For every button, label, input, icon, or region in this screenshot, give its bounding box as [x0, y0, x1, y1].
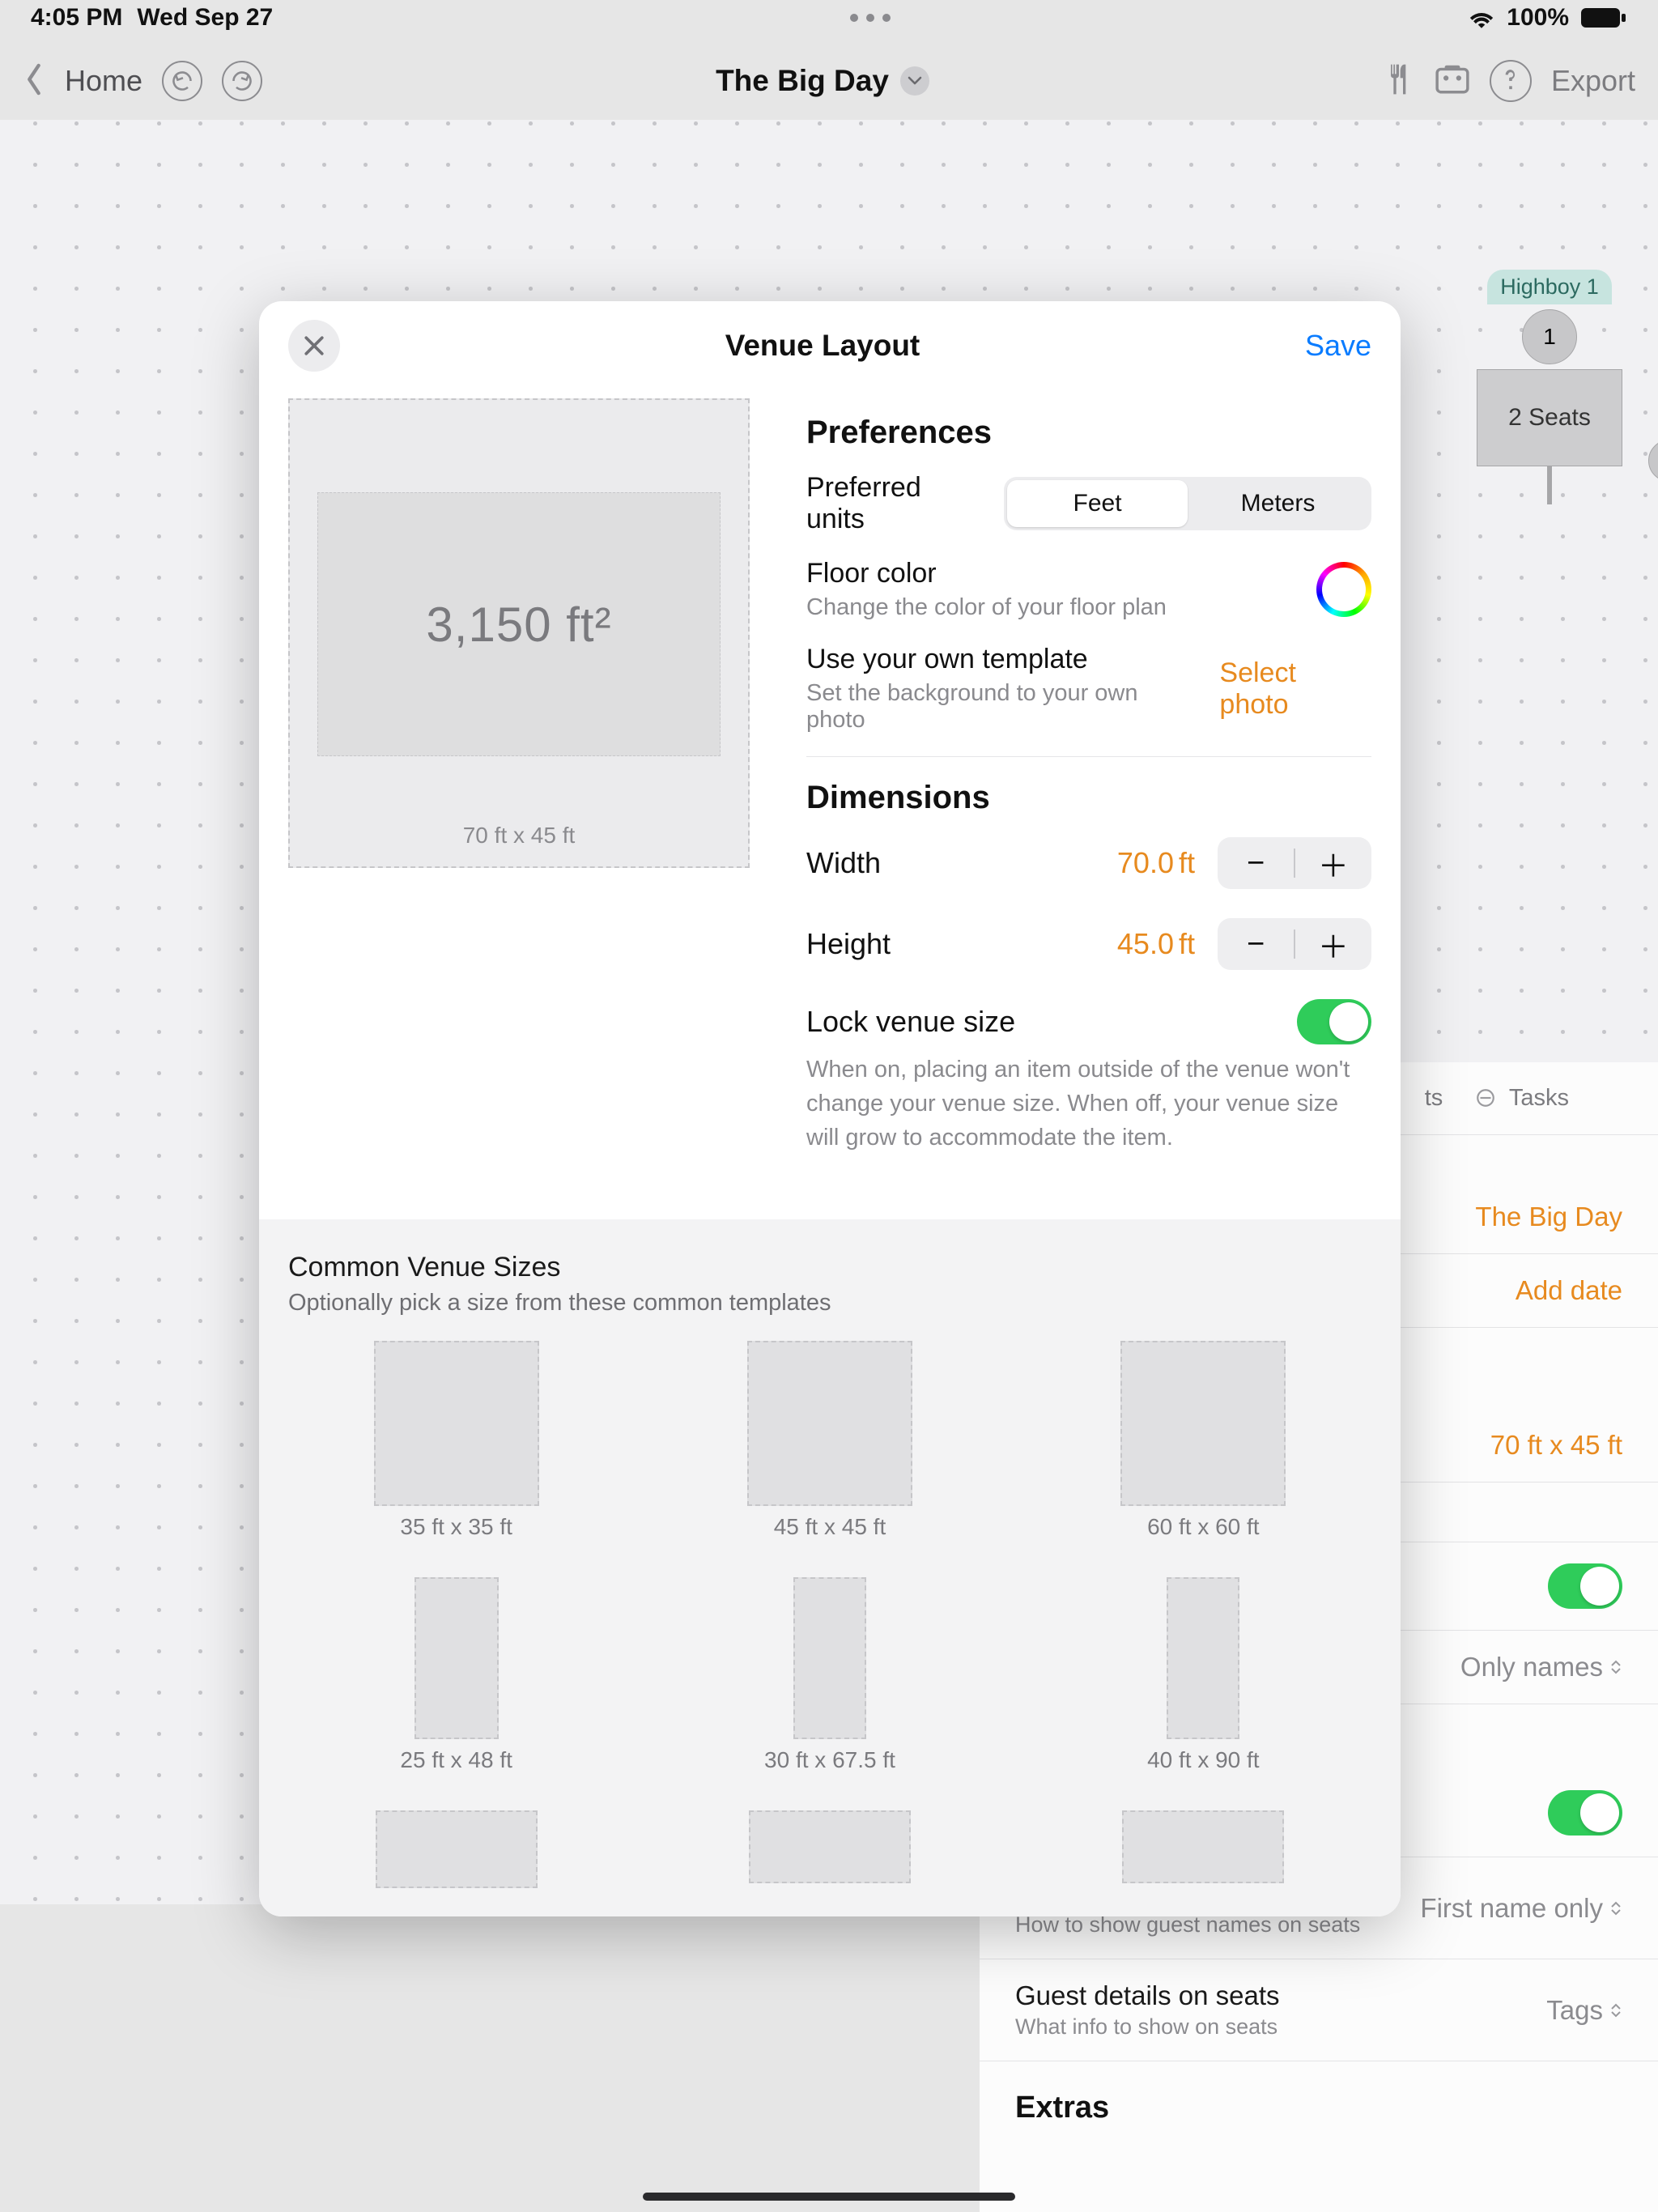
dimensions-header: Dimensions [806, 780, 1371, 816]
template-35x35[interactable]: 35 ft x 35 ft [288, 1341, 624, 1540]
venue-dims-label: 70 ft x 45 ft [463, 823, 576, 849]
ios-status-bar: 4:05 PM Wed Sep 27 100% [0, 0, 1658, 36]
multitask-dots-icon[interactable] [273, 14, 1468, 22]
height-label: Height [806, 927, 891, 961]
ios-toggle[interactable] [1548, 1563, 1622, 1609]
width-increment[interactable]: ＋ [1295, 841, 1371, 886]
chevron-updown-icon [1609, 1659, 1622, 1675]
width-stepper[interactable]: − ＋ [1218, 837, 1371, 889]
chevron-left-icon[interactable] [23, 63, 45, 100]
height-value[interactable]: 45.0 [1117, 927, 1174, 960]
common-sizes-sub: Optionally pick a size from these common… [288, 1290, 1371, 1317]
document-title[interactable]: The Big Day [716, 64, 889, 98]
event-name-value[interactable]: The Big Day [1475, 1202, 1622, 1232]
width-decrement[interactable]: − [1218, 846, 1294, 881]
template-sub: Set the background to your own photo [806, 680, 1200, 734]
units-segmented-control[interactable]: Feet Meters [1004, 477, 1371, 530]
highboy-surface[interactable]: 2 Seats [1477, 369, 1622, 466]
highboy-label: Highboy 1 [1487, 270, 1612, 304]
template-label: Use your own template [806, 644, 1200, 675]
width-label: Width [806, 846, 881, 880]
floor-color-sub: Change the color of your floor plan [806, 594, 1167, 621]
chevron-updown-icon [1609, 1900, 1622, 1916]
template-extra-1[interactable] [288, 1810, 624, 1916]
help-icon[interactable] [1490, 60, 1532, 102]
template-30x67[interactable]: 30 ft x 67.5 ft [661, 1577, 997, 1773]
chevron-updown-icon [1609, 2002, 1622, 2018]
tab-ts[interactable]: ts [1425, 1085, 1443, 1112]
template-40x90[interactable]: 40 ft x 90 ft [1035, 1577, 1371, 1773]
battery-percent: 100% [1507, 4, 1569, 32]
modal-title: Venue Layout [725, 329, 920, 363]
template-45x45[interactable]: 45 ft x 45 ft [661, 1341, 997, 1540]
venue-preview[interactable]: 3,150 ft² 70 ft x 45 ft [288, 398, 750, 868]
units-meters-segment[interactable]: Meters [1188, 480, 1368, 527]
home-indicator[interactable] [643, 2193, 1015, 2201]
units-feet-segment[interactable]: Feet [1007, 480, 1188, 527]
dining-icon[interactable] [1383, 62, 1415, 101]
export-button[interactable]: Export [1551, 64, 1635, 98]
chevron-down-icon[interactable] [900, 66, 929, 96]
guest-details-row[interactable]: Guest details on seats What info to show… [980, 1959, 1658, 2061]
wifi-icon [1468, 7, 1495, 28]
tab-tasks[interactable]: Tasks [1475, 1085, 1569, 1112]
preferences-header: Preferences [806, 415, 1371, 451]
ios-toggle[interactable] [1548, 1790, 1622, 1836]
redo-button[interactable] [222, 61, 262, 101]
seat-top[interactable]: 1 [1522, 309, 1577, 364]
width-value[interactable]: 70.0 [1117, 846, 1174, 879]
floor-color-label: Floor color [806, 558, 1167, 589]
venue-layout-modal: Venue Layout Save 3,150 ft² 70 ft x 45 f… [259, 301, 1401, 1916]
app-toolbar: Home The Big Day Export [0, 45, 1658, 117]
height-increment[interactable]: ＋ [1295, 922, 1371, 967]
status-time: 4:05 PM [31, 4, 122, 32]
select-photo-button[interactable]: Select photo [1219, 657, 1371, 721]
height-stepper[interactable]: − ＋ [1218, 918, 1371, 970]
venue-size-value[interactable]: 70 ft x 45 ft [1490, 1430, 1622, 1461]
lock-size-label: Lock venue size [806, 1005, 1015, 1039]
template-60x60[interactable]: 60 ft x 60 ft [1035, 1341, 1371, 1540]
template-25x48[interactable]: 25 ft x 48 ft [288, 1577, 624, 1773]
venue-area-text: 3,150 ft² [317, 492, 721, 756]
color-picker-icon[interactable] [1316, 562, 1371, 617]
battery-icon [1580, 7, 1627, 28]
close-icon[interactable] [288, 320, 340, 372]
extras-section-header: Extras [980, 2061, 1658, 2140]
common-sizes-section: Common Venue Sizes Optionally pick a siz… [259, 1219, 1401, 1916]
common-sizes-header: Common Venue Sizes [288, 1252, 1371, 1283]
home-button[interactable]: Home [65, 64, 142, 98]
undo-button[interactable] [162, 61, 202, 101]
height-decrement[interactable]: − [1218, 927, 1294, 962]
units-label: Preferred units [806, 472, 984, 535]
add-date-value[interactable]: Add date [1516, 1275, 1622, 1306]
save-button[interactable]: Save [1305, 329, 1371, 363]
lock-size-toggle[interactable] [1297, 999, 1371, 1044]
template-extra-3[interactable] [1035, 1810, 1371, 1916]
lock-size-description: When on, placing an item outside of the … [806, 1053, 1371, 1155]
seat-side[interactable]: 2 [1648, 440, 1658, 482]
highboy-table[interactable]: Highboy 1 1 2 Seats 2 [1460, 270, 1639, 504]
status-date: Wed Sep 27 [137, 4, 273, 32]
media-icon[interactable] [1435, 63, 1470, 100]
template-extra-2[interactable] [661, 1810, 997, 1916]
